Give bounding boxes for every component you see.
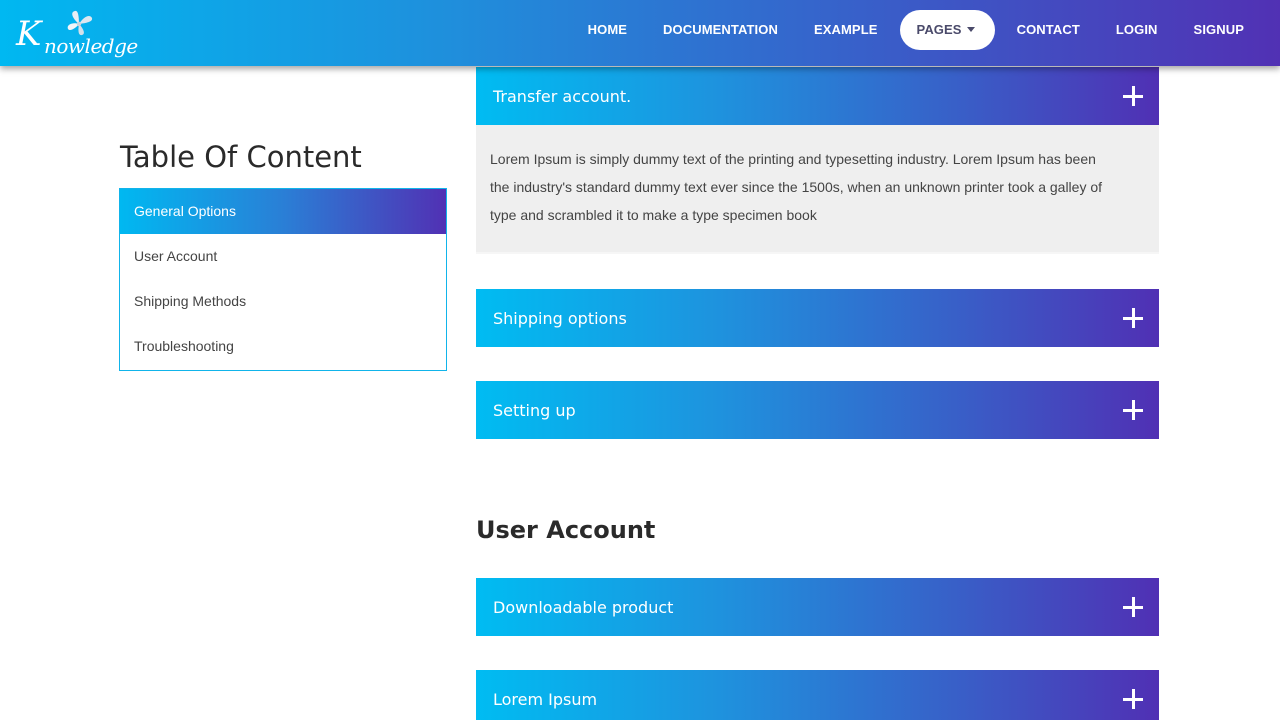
toc-item-general-options[interactable]: General Options (120, 189, 446, 234)
toc-title: Table Of Content (120, 140, 362, 174)
main-nav: HOME DOCUMENTATION EXAMPLE PAGES CONTACT… (570, 10, 1280, 50)
nav-login[interactable]: LOGIN (1098, 10, 1176, 50)
accordion-header[interactable]: Setting up (476, 381, 1159, 439)
accordion-header[interactable]: Transfer account. (476, 67, 1159, 125)
plus-icon[interactable] (1123, 689, 1143, 709)
nav-documentation[interactable]: DOCUMENTATION (645, 10, 796, 50)
accordion-title: Transfer account. (493, 86, 632, 106)
accordion-shipping-options: Shipping options (476, 289, 1159, 347)
nav-pages-label: PAGES (916, 22, 962, 37)
brand-logo[interactable]: K nowledge (16, 10, 138, 62)
toc-list: General Options User Account Shipping Me… (119, 188, 447, 371)
plus-icon[interactable] (1123, 86, 1143, 106)
accordion-setting-up: Setting up (476, 381, 1159, 439)
accordion-body: Lorem Ipsum is simply dummy text of the … (476, 125, 1159, 254)
toc-item-user-account[interactable]: User Account (120, 234, 446, 279)
accordion-title: Downloadable product (493, 597, 674, 617)
plus-icon[interactable] (1123, 308, 1143, 328)
accordion-transfer-account: Transfer account. Lorem Ipsum is simply … (476, 67, 1159, 254)
nav-signup[interactable]: SIGNUP (1176, 10, 1280, 50)
nav-home[interactable]: HOME (570, 10, 645, 50)
section-title-user-account: User Account (476, 516, 656, 544)
top-navbar: K nowledge HOME DOCUMENTATION EXAMPLE PA… (0, 0, 1280, 66)
logo-letter-k: K (16, 14, 42, 54)
nav-pages-dropdown[interactable]: PAGES (899, 10, 995, 50)
accordion-title: Shipping options (493, 308, 627, 328)
plus-icon[interactable] (1123, 597, 1143, 617)
toc-item-shipping-methods[interactable]: Shipping Methods (120, 279, 446, 324)
caret-down-icon (966, 27, 975, 33)
accordion-title: Setting up (493, 400, 576, 420)
nav-contact[interactable]: CONTACT (999, 10, 1098, 50)
accordion-header[interactable]: Lorem Ipsum (476, 670, 1159, 720)
accordion-title: Lorem Ipsum (493, 689, 598, 709)
nav-example[interactable]: EXAMPLE (796, 10, 896, 50)
accordion-header[interactable]: Downloadable product (476, 578, 1159, 636)
flower-logo-icon (67, 10, 93, 36)
plus-icon[interactable] (1123, 400, 1143, 420)
toc-item-troubleshooting[interactable]: Troubleshooting (120, 324, 446, 369)
accordion-downloadable-product: Downloadable product (476, 578, 1159, 636)
accordion-body-text: Lorem Ipsum is simply dummy text of the … (490, 151, 1103, 223)
accordion-lorem-ipsum: Lorem Ipsum (476, 670, 1159, 720)
accordion-header[interactable]: Shipping options (476, 289, 1159, 347)
